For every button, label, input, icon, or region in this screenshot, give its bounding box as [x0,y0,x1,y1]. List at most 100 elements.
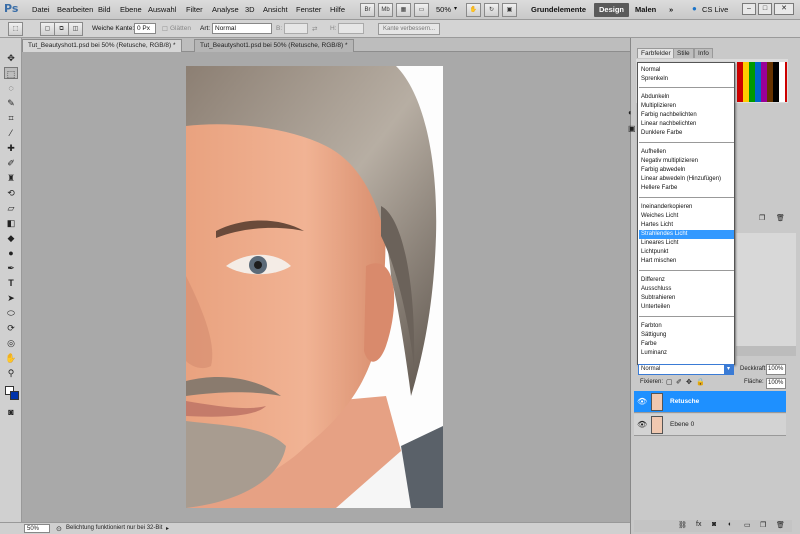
portrait-photo[interactable] [186,66,443,508]
blend-hartes-licht[interactable]: Hartes Licht [639,221,734,230]
blend-farbton[interactable]: Farbton [639,322,734,331]
menu-hilfe[interactable]: Hilfe [330,5,345,14]
blend-normal[interactable]: Normal [639,66,734,75]
workspace-grundelemente[interactable]: Grundelemente [526,3,591,17]
menu-ansicht[interactable]: Ansicht [263,5,288,14]
blend-subtrahieren[interactable]: Subtrahieren [639,294,734,303]
eye-icon[interactable]: 👁 [637,397,647,406]
workspace-malen[interactable]: Malen [630,3,661,17]
new-layer-icon[interactable]: ❐ [760,521,766,529]
blur-tool-icon[interactable]: ◆ [4,232,18,244]
bridge-icon[interactable]: Br [360,3,375,17]
lock-paint-icon[interactable]: ✐ [676,378,682,386]
subtract-selection-icon[interactable]: ◫ [68,22,83,36]
blend-dunklere-farbe[interactable]: Dunklere Farbe [639,129,734,138]
lasso-tool-icon[interactable]: ◌ [4,82,18,94]
3d-orbit-icon[interactable]: ◎ [4,337,18,349]
extras-icon[interactable]: ▦ [396,3,411,17]
blend-aufhellen[interactable]: Aufhellen [639,148,734,157]
smooth-checkbox[interactable]: ☐ [162,25,168,33]
layer-mask-icon[interactable]: ◙ [712,521,716,528]
eraser-icon[interactable]: ▱ [4,202,18,214]
refine-edge-button[interactable]: Kante verbessern... [378,23,441,35]
healing-brush-icon[interactable]: ✚ [4,142,18,154]
add-selection-icon[interactable]: ⧉ [54,22,69,36]
tab-stile[interactable]: Stile [673,48,694,58]
blend-ineinanderkopieren[interactable]: Ineinanderkopieren [639,203,734,212]
new-swatch-icon[interactable]: ❐ [759,214,765,222]
layer-style-icon[interactable]: fx [696,521,701,528]
blend-mode-dropdown[interactable]: Normal Sprenkeln Abdunkeln Multipliziere… [637,62,735,365]
new-selection-icon[interactable]: ▢ [40,22,55,36]
shape-tool-icon[interactable]: ⬭ [4,307,18,319]
type-tool-icon[interactable]: T [4,277,18,289]
blend-linear-nachbelichten[interactable]: Linear nachbelichten [639,120,734,129]
blend-ausschluss[interactable]: Ausschluss [639,285,734,294]
zoom-menu[interactable]: 50% [436,5,451,14]
menu-auswahl[interactable]: Auswahl [148,5,176,14]
tab-document-1[interactable]: Tut_Beautyshot1.psd bei 50% (Retusche, R… [22,39,182,52]
gradient-tool-icon[interactable]: ◧ [4,217,18,229]
marquee-tool-icon[interactable]: ⬚ [4,67,18,79]
eye-icon[interactable]: 👁 [637,420,647,429]
delete-swatch-icon[interactable]: 🗑 [776,214,785,222]
quick-mask-icon[interactable]: ◙ [4,406,18,418]
blend-negativ-multiplizieren[interactable]: Negativ multiplizieren [639,157,734,166]
blend-luminanz[interactable]: Luminanz [639,349,734,358]
status-info-icon[interactable]: ⊙ [56,525,62,533]
menu-analyse[interactable]: Analyse [212,5,239,14]
tab-document-2[interactable]: Tut_Beautyshot1.psd bei 50% (Retusche, R… [194,39,354,52]
link-layers-icon[interactable]: ⛓ [678,521,687,529]
height-input[interactable] [338,23,364,34]
hand-icon[interactable]: ✋ [466,3,481,17]
width-input[interactable] [284,23,308,34]
quick-select-icon[interactable]: ✎ [4,97,18,109]
blend-lineares-licht[interactable]: Lineares Licht [639,239,734,248]
3d-rotate-icon[interactable]: ⟳ [4,322,18,334]
screen-mode-icon[interactable]: ▣ [502,3,517,17]
workspace-design[interactable]: Design [594,3,630,17]
delete-layer-icon[interactable]: 🗑 [776,521,785,529]
maximize-button[interactable]: □ [758,3,772,15]
history-brush-icon[interactable]: ⟲ [4,187,18,199]
blend-differenz[interactable]: Differenz [639,276,734,285]
lock-position-icon[interactable]: ✥ [686,378,692,386]
workspace-overflow-button[interactable]: » [664,3,678,17]
layer-row-ebene-0[interactable]: 👁 Ebene 0 [634,414,786,436]
blend-lichtpunkt[interactable]: Lichtpunkt [639,248,734,257]
blend-mode-select[interactable]: Normal [638,364,734,375]
crop-tool-icon[interactable]: ⌗ [4,112,18,124]
eyedropper-icon[interactable]: ⁄ [4,127,18,139]
clone-stamp-icon[interactable]: ♜ [4,172,18,184]
layer-row-retusche[interactable]: 👁 Retusche [634,391,786,413]
blend-abdunkeln[interactable]: Abdunkeln [639,93,734,102]
fill-input[interactable]: 100% [766,378,786,389]
menu-bearbeiten[interactable]: Bearbeiten [57,5,93,14]
rotate-view-icon[interactable]: ↻ [484,3,499,17]
zoom-tool-icon[interactable]: ⚲ [4,367,18,379]
minimize-button[interactable]: – [742,3,756,15]
status-menu-arrow-icon[interactable]: ▸ [166,525,169,532]
feather-input[interactable]: 0 Px [134,23,156,34]
opacity-input[interactable]: 100% [766,364,786,375]
lock-transparency-icon[interactable]: ▢ [666,378,673,386]
path-select-icon[interactable]: ➤ [4,292,18,304]
hand-tool-icon[interactable]: ✋ [4,352,18,364]
blend-linear-abwedeln[interactable]: Linear abwedeln (Hinzufügen) [639,175,734,184]
brush-tool-icon[interactable]: ✐ [4,157,18,169]
status-zoom-input[interactable]: 50% [24,524,50,533]
pen-tool-icon[interactable]: ✒ [4,262,18,274]
blend-multiplizieren[interactable]: Multiplizieren [639,102,734,111]
menu-3d[interactable]: 3D [245,5,255,14]
swatch-grid[interactable] [737,62,787,102]
move-tool-icon[interactable]: ✥ [4,52,18,64]
close-button[interactable]: ✕ [774,3,794,15]
background-color-swatch[interactable] [10,391,19,400]
menu-ebene[interactable]: Ebene [120,5,142,14]
blend-farbe[interactable]: Farbe [639,340,734,349]
new-group-icon[interactable]: ▭ [744,521,751,529]
blend-hellere-farbe[interactable]: Hellere Farbe [639,184,734,193]
chevron-down-icon[interactable]: ▾ [454,5,457,12]
menu-fenster[interactable]: Fenster [296,5,321,14]
marquee-tool-preset-icon[interactable]: ⬚ [8,22,23,36]
